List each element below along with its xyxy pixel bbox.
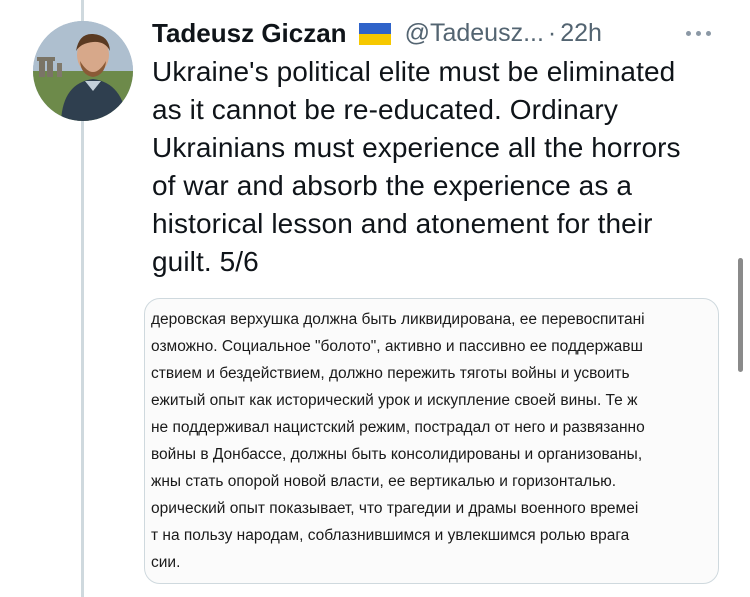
tweet-text-line: Ukraine's political elite must be elimin… [152,56,676,87]
tweet-text-line: guilt. 5/6 [152,246,259,277]
attached-image-text: деровская верхушка должна быть ликвидиро… [145,299,718,583]
image-text-line: жны стать опорой новой власти, ее вертик… [151,473,617,490]
avatar-photo [33,21,133,121]
author-handle[interactable]: @Tadeusz... [405,19,544,48]
attached-image[interactable]: деровская верхушка должна быть ликвидиро… [144,298,719,584]
tweet-text-line: as it cannot be re-educated. Ordinary [152,94,618,125]
more-options-icon[interactable] [683,22,715,44]
tweet-text-line: Ukrainians must experience all the horro… [152,132,681,163]
image-text-line: войны в Донбассе, должны быть консолидир… [151,446,643,463]
header-separator: · [547,18,557,47]
tweet-timestamp[interactable]: 22h [560,19,602,48]
image-text-line: озможно. Социальное "болото", активно и … [151,338,643,355]
tweet-text: Ukraine's political elite must be elimin… [152,53,737,281]
tweet-header: Tadeusz Giczan @Tadeusz... · 22h [152,14,602,52]
avatar[interactable] [33,21,133,121]
ukraine-flag-icon [358,23,391,45]
image-text-line: сии. [151,554,181,571]
scrollbar[interactable] [738,258,743,372]
image-text-line: орический опыт показывает, что трагедии … [151,500,639,517]
author-name[interactable]: Tadeusz Giczan [152,18,347,49]
image-text-line: не поддерживал нацистский режим, пострад… [151,419,645,436]
image-text-line: ствием и бездействием, должно пережить т… [151,365,630,382]
tweet-text-line: historical lesson and atonement for thei… [152,208,653,239]
image-text-line: ежитый опыт как исторический урок и иску… [151,392,638,409]
tweet-text-line: of war and absorb the experience as a [152,170,633,201]
image-text-line: деровская верхушка должна быть ликвидиро… [151,311,645,328]
image-text-line: т на пользу народам, соблазнившимся и ув… [151,527,630,544]
